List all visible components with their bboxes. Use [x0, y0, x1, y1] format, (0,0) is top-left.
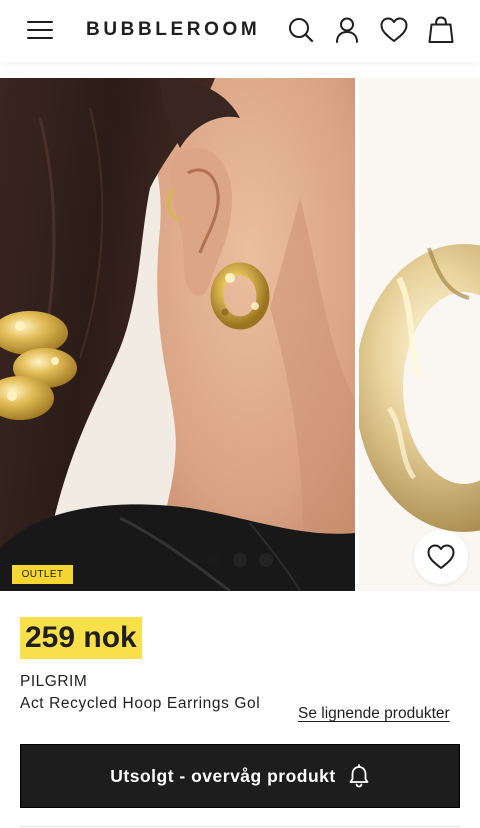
search-icon[interactable]	[286, 15, 316, 45]
gallery-dot-2[interactable]	[233, 553, 247, 567]
bag-icon	[428, 16, 454, 43]
heart-icon	[427, 544, 455, 569]
site-header: BUBBLEROOM	[0, 0, 480, 62]
product-image-model[interactable]	[0, 78, 355, 591]
product-image-closeup[interactable]	[359, 78, 480, 591]
section-divider	[20, 826, 460, 827]
gallery-dot-1[interactable]	[207, 553, 221, 567]
menu-icon-line	[27, 21, 53, 23]
notify-button-label: Utsolgt - overvåg produkt	[110, 765, 336, 786]
add-to-wishlist-button[interactable]	[414, 530, 468, 584]
account-icon-glyph	[336, 17, 358, 43]
menu-icon-line	[27, 37, 53, 39]
gallery-pagination	[207, 553, 273, 567]
product-brand[interactable]: PILGRIM	[20, 673, 87, 691]
menu-icon[interactable]	[27, 18, 53, 42]
product-name: Act Recycled Hoop Earrings Gol	[20, 695, 261, 712]
product-price: 259 nok	[20, 617, 142, 659]
account-icon[interactable]	[332, 15, 362, 45]
cart-icon[interactable]	[426, 15, 456, 45]
brand-logo[interactable]: BUBBLEROOM	[86, 19, 260, 41]
menu-icon-line	[27, 29, 53, 31]
heart-icon	[380, 17, 408, 42]
model-photo-illustration	[0, 78, 355, 591]
outlet-badge: OUTLET	[12, 565, 73, 584]
product-gallery[interactable]: OUTLET	[0, 78, 480, 591]
bell-icon	[349, 764, 369, 788]
wishlist-icon[interactable]	[378, 15, 410, 45]
gallery-dot-3[interactable]	[259, 553, 273, 567]
notify-when-available-button[interactable]: Utsolgt - overvåg produkt	[20, 744, 460, 808]
similar-products-link[interactable]: Se lignende produkter	[298, 705, 450, 723]
search-icon-glyph	[289, 18, 314, 43]
earring-closeup-illustration	[359, 78, 480, 591]
